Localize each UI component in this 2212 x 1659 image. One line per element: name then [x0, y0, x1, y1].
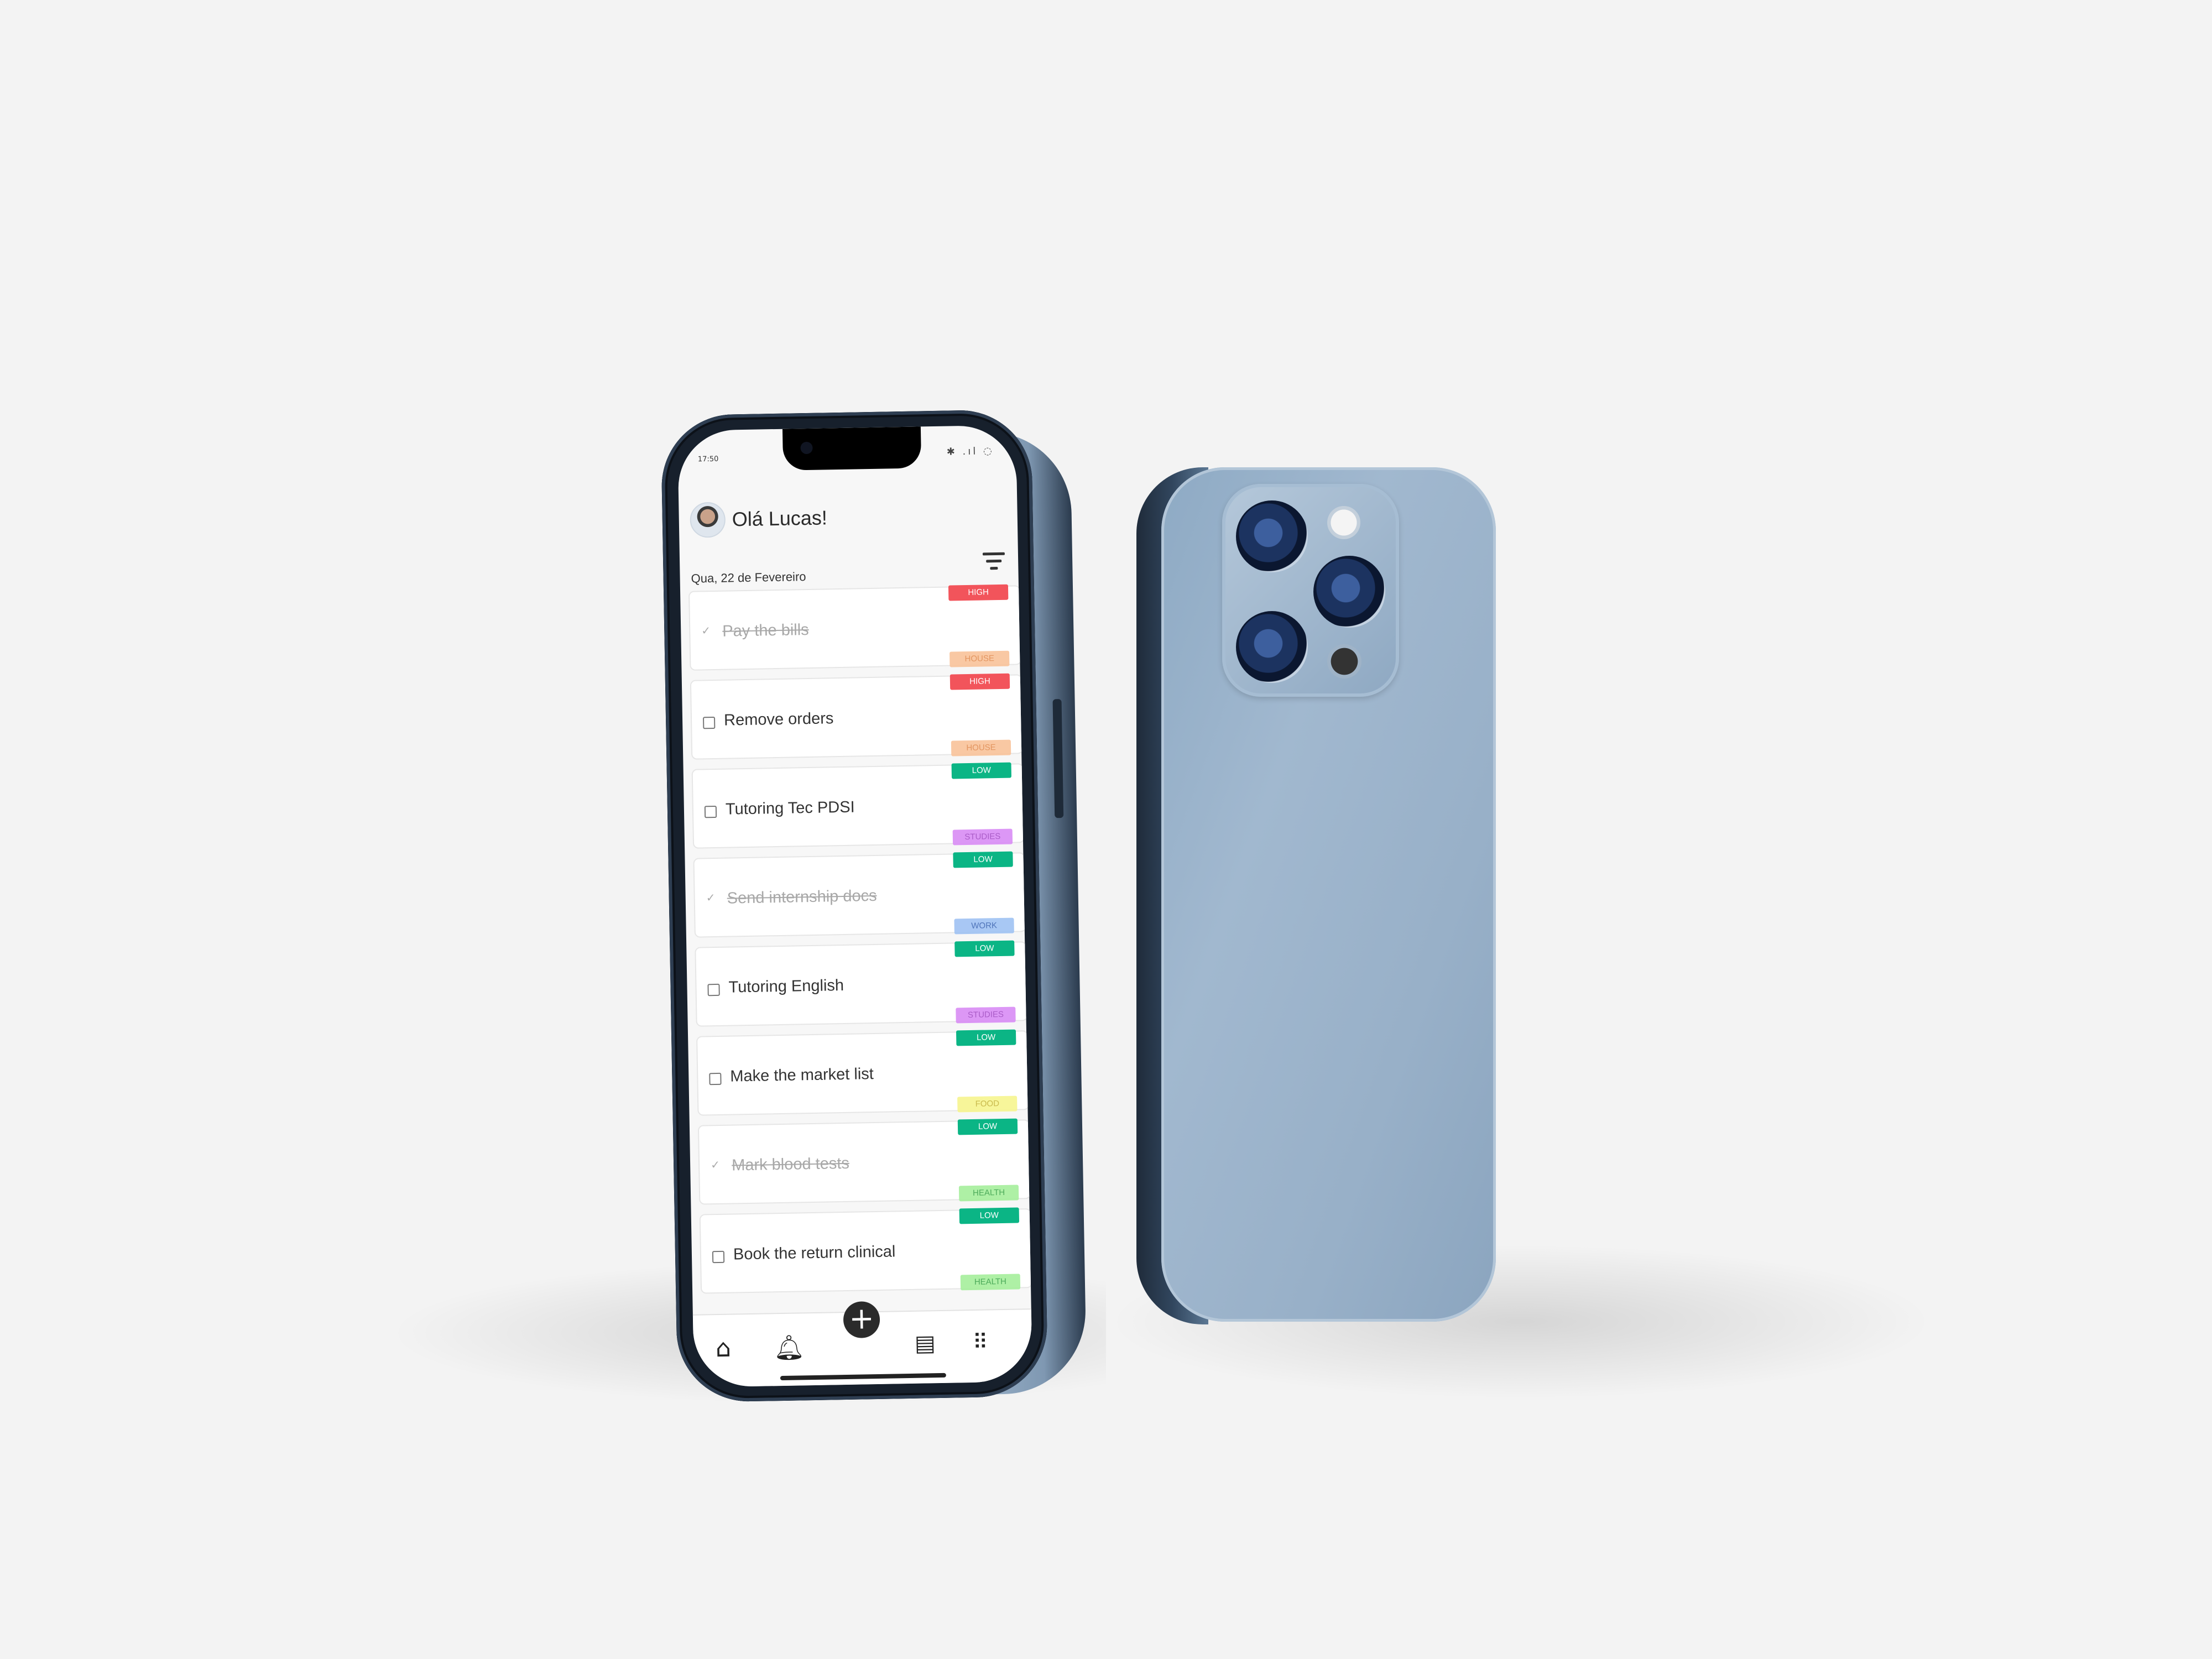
bottom-nav: ⌂ 🔔︎ + ▤ ⠿: [692, 1301, 1033, 1387]
camera-lens: [1313, 556, 1385, 628]
home-indicator: [780, 1373, 946, 1381]
task-label: Tutoring English: [728, 976, 844, 997]
task-checkbox[interactable]: [712, 1250, 725, 1264]
task-label: Tutoring Tec PDSI: [725, 798, 855, 818]
flash: [1327, 506, 1360, 539]
calendar-icon[interactable]: ▤: [914, 1331, 936, 1357]
priority-badge: LOW: [957, 1118, 1018, 1135]
checkmark-icon[interactable]: ✓: [706, 891, 716, 904]
bell-icon[interactable]: 🔔︎: [773, 1333, 805, 1362]
category-badge: STUDIES: [952, 828, 1013, 846]
task-item[interactable]: Remove orders HIGH HOUSE: [690, 673, 1024, 760]
category-badge: STUDIES: [956, 1006, 1016, 1024]
filter-icon[interactable]: [982, 552, 1006, 575]
task-checkbox[interactable]: [702, 716, 716, 729]
task-checkbox[interactable]: [709, 1072, 722, 1086]
home-icon[interactable]: ⌂: [715, 1334, 731, 1363]
task-label: Book the return clinical: [733, 1243, 896, 1264]
priority-badge: LOW: [954, 940, 1015, 957]
avatar[interactable]: [690, 502, 726, 538]
phone-screen: 17:50 ✱ .ıl ◌ Olá Lucas! Qua, 22 de Feve…: [677, 425, 1033, 1387]
task-item[interactable]: Make the market list LOW FOOD: [696, 1029, 1030, 1116]
priority-badge: HIGH: [950, 673, 1010, 690]
lidar-sensor: [1327, 644, 1361, 679]
category-badge: HEALTH: [958, 1185, 1019, 1202]
task-item[interactable]: ✓ Send internship docs LOW WORK: [693, 851, 1026, 938]
camera-module: [1222, 484, 1399, 697]
checkmark-icon[interactable]: ✓: [701, 624, 711, 637]
front-phone: 17:50 ✱ .ıl ◌ Olá Lucas! Qua, 22 de Feve…: [660, 409, 1087, 1403]
priority-badge: LOW: [956, 1029, 1016, 1046]
status-icons: ✱ .ıl ◌: [946, 445, 994, 458]
task-item[interactable]: Book the return clinical LOW HEALTH: [699, 1207, 1033, 1294]
back-phone: [1136, 467, 1496, 1324]
status-time: 17:50: [697, 455, 719, 464]
task-label: Remove orders: [723, 709, 834, 729]
category-badge: WORK: [954, 917, 1014, 935]
category-badge: HEALTH: [960, 1274, 1021, 1291]
task-item[interactable]: Tutoring Tec PDSI LOW STUDIES: [691, 762, 1025, 849]
apps-grid-icon[interactable]: ⠿: [972, 1330, 988, 1354]
task-list: ✓ Pay the bills HIGH HOUSE Remove orders HIGH…: [688, 584, 1033, 1303]
task-item[interactable]: ✓ Pay the bills HIGH HOUSE: [688, 584, 1022, 671]
priority-badge: HIGH: [948, 584, 1009, 601]
current-date: Qua, 22 de Fevereiro: [691, 570, 806, 586]
category-badge: HOUSE: [951, 739, 1011, 757]
checkmark-icon[interactable]: ✓: [711, 1158, 721, 1171]
camera-lens: [1236, 611, 1308, 683]
scene: 17:50 ✱ .ıl ◌ Olá Lucas! Qua, 22 de Feve…: [0, 0, 2212, 1659]
camera-lens: [1236, 500, 1308, 572]
task-label: Mark blood tests: [731, 1154, 850, 1175]
priority-badge: LOW: [959, 1207, 1020, 1224]
task-label: Send internship docs: [727, 886, 877, 907]
category-badge: HOUSE: [950, 650, 1010, 667]
back-phone-body: [1161, 467, 1496, 1322]
front-camera: [800, 441, 813, 455]
greeting-row: Olá Lucas!: [690, 500, 827, 538]
add-icon[interactable]: +: [843, 1301, 880, 1339]
task-label: Pay the bills: [722, 620, 809, 640]
notch: [782, 426, 922, 471]
priority-badge: LOW: [953, 851, 1013, 868]
task-checkbox[interactable]: [707, 983, 720, 997]
task-item[interactable]: Tutoring English LOW STUDIES: [695, 940, 1028, 1027]
task-checkbox[interactable]: [704, 805, 717, 818]
greeting-title: Olá Lucas!: [732, 506, 828, 531]
task-item[interactable]: ✓ Mark blood tests LOW HEALTH: [697, 1118, 1031, 1205]
category-badge: FOOD: [957, 1095, 1018, 1113]
task-label: Make the market list: [730, 1065, 874, 1086]
priority-badge: LOW: [951, 762, 1012, 779]
